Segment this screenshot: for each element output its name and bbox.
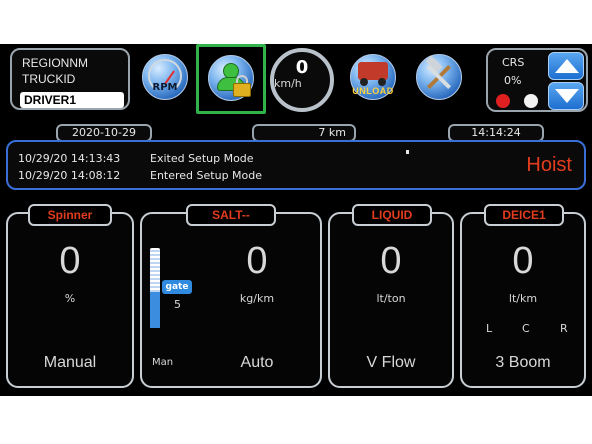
liquid-unit: lt/ton xyxy=(376,292,406,305)
gate-value: 5 xyxy=(174,298,181,311)
unload-button[interactable]: UNLOAD xyxy=(344,50,402,106)
spinner-unit: % xyxy=(64,292,76,305)
driver-field[interactable]: DRIVER1 xyxy=(20,92,124,108)
hoist-status: Hoist xyxy=(526,154,572,176)
rpm-button[interactable]: RPM xyxy=(136,50,194,106)
truck-id: TRUCKID xyxy=(22,72,76,86)
deice-panel[interactable]: DEICE1 0 lt/km L C R 3 Boom xyxy=(460,204,586,388)
region-name: REGIONNM xyxy=(22,56,88,70)
log-time: 10/29/20 14:13:43 xyxy=(18,152,121,165)
truck-wheel xyxy=(360,78,368,86)
truck-wheel xyxy=(378,78,386,86)
salt-value: 0 xyxy=(246,240,268,282)
arrow-down-icon xyxy=(555,89,579,103)
event-log[interactable]: 10/29/20 14:13:43 Exited Setup Mode 10/29… xyxy=(6,140,586,190)
log-message: Exited Setup Mode xyxy=(150,152,254,165)
spinner-panel[interactable]: Spinner 0 % Manual xyxy=(6,204,134,388)
speed-value: 0 xyxy=(295,57,309,78)
log-message: Entered Setup Mode xyxy=(150,169,263,182)
spinner-mode: Manual xyxy=(43,354,97,371)
deice-mode: 3 Boom xyxy=(495,354,551,371)
spinner-value: 0 xyxy=(59,240,81,282)
gate-level xyxy=(150,292,160,328)
setup-tools-button[interactable] xyxy=(410,50,468,106)
increase-button[interactable] xyxy=(548,52,584,80)
log-entry: 10/29/20 14:13:43 Exited Setup Mode xyxy=(18,152,254,165)
red-indicator xyxy=(496,94,510,108)
crs-panel: CRS 0% xyxy=(486,48,588,112)
liquid-panel[interactable]: LIQUID 0 lt/ton V Flow xyxy=(328,204,454,388)
salt-unit: kg/km xyxy=(239,292,275,305)
liquid-mode: V Flow xyxy=(366,354,416,371)
salt-title: SALT-- xyxy=(186,204,276,226)
decrease-button[interactable] xyxy=(548,82,584,110)
salt-mode: Auto xyxy=(240,354,274,371)
liquid-value: 0 xyxy=(380,240,402,282)
crs-percent: 0% xyxy=(504,74,522,87)
rpm-label: RPM xyxy=(152,82,178,93)
gate-slider[interactable] xyxy=(150,248,160,328)
login-lock-button[interactable] xyxy=(196,44,266,114)
lock-icon xyxy=(233,83,251,97)
deice-title: DEICE1 xyxy=(484,204,564,226)
vehicle-id-panel: REGIONNM TRUCKID DRIVER1 xyxy=(10,48,130,110)
gate-label: gate xyxy=(162,280,192,294)
boom-left[interactable]: L xyxy=(486,322,492,335)
hmi-screen: REGIONNM TRUCKID DRIVER1 RPM 0 km/h UNLO… xyxy=(0,44,592,396)
deice-value: 0 xyxy=(512,240,534,282)
log-entry: 10/29/20 14:08:12 Entered Setup Mode xyxy=(18,169,262,182)
boom-center[interactable]: C xyxy=(522,322,530,335)
deice-unit: lt/km xyxy=(508,292,538,305)
spinner-title: Spinner xyxy=(28,204,112,226)
arrow-up-icon xyxy=(555,59,579,73)
log-time: 10/29/20 14:08:12 xyxy=(18,169,121,182)
crs-label: CRS xyxy=(502,56,525,69)
speed-gauge: 0 km/h xyxy=(270,48,334,112)
boom-right[interactable]: R xyxy=(560,322,568,335)
unload-label: UNLOAD xyxy=(352,86,394,96)
manual-label: Man xyxy=(152,357,174,368)
speed-unit: km/h xyxy=(274,77,302,90)
liquid-title: LIQUID xyxy=(352,204,432,226)
log-marker xyxy=(406,150,409,154)
white-indicator xyxy=(524,94,538,108)
salt-panel[interactable]: SALT-- gate 5 0 kg/km Man Auto xyxy=(140,204,322,388)
